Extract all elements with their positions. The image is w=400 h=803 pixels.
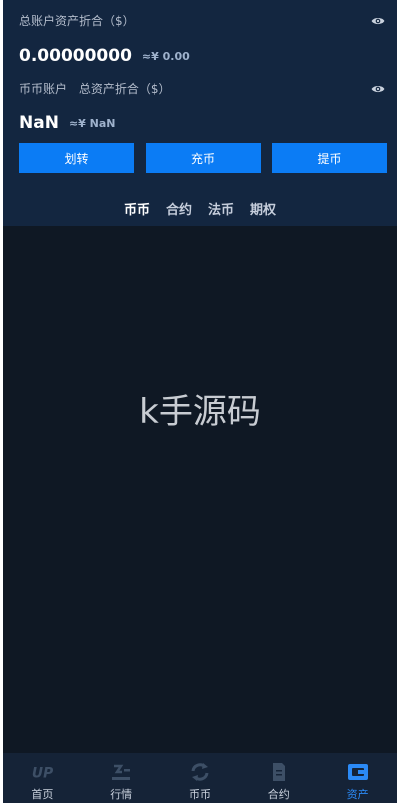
total-assets-approx: ≈¥ 0.00 <box>141 49 190 63</box>
tab-options[interactable]: 期权 <box>250 199 276 218</box>
eye-icon[interactable] <box>371 14 385 28</box>
deposit-button[interactable]: 充币 <box>145 143 261 173</box>
coin-account-row: 币币账户 总资产折合（$） <box>19 80 385 97</box>
swap-icon <box>189 762 211 782</box>
coin-account-approx: ≈¥ NaN <box>68 116 116 130</box>
coin-account-value: NaN <box>19 113 59 133</box>
up-logo-icon: UP <box>31 762 53 782</box>
wallet-icon <box>347 762 369 782</box>
watermark-text: k手源码 <box>139 392 261 432</box>
total-assets-value: 0.00000000 <box>19 46 132 66</box>
tab-fiat[interactable]: 法币 <box>208 199 234 218</box>
total-assets-label: 总账户资产折合（$） <box>19 14 135 28</box>
nav-label-coin: 币币 <box>188 788 211 801</box>
nav-label-contract: 合约 <box>267 788 290 801</box>
coin-account-sub-label: 总资产折合（$） <box>78 82 171 96</box>
nav-label-assets: 资产 <box>346 788 369 801</box>
nav-item-market[interactable]: 行情 <box>82 753 161 803</box>
bottom-nav: UP 首页 行情 币币 合约 资产 <box>3 753 397 803</box>
nav-label-market: 行情 <box>110 788 133 801</box>
action-buttons: 划转 充币 提币 <box>19 143 387 173</box>
coin-account-label: 币币账户 <box>19 82 68 96</box>
coin-account-value-row: NaN ≈¥ NaN <box>19 113 385 133</box>
svg-text:UP: UP <box>32 766 53 782</box>
coin-account-labels: 币币账户 总资产折合（$） <box>19 80 170 97</box>
nav-label-home: 首页 <box>31 788 54 801</box>
tab-coin[interactable]: 币币 <box>124 199 150 218</box>
tab-contract[interactable]: 合约 <box>166 199 192 218</box>
nav-item-contract[interactable]: 合约 <box>239 753 318 803</box>
assets-header: 总账户资产折合（$） 0.00000000 ≈¥ 0.00 币币账户 总资产折合… <box>3 0 397 226</box>
total-assets-row: 总账户资产折合（$） <box>19 12 385 29</box>
total-assets-value-row: 0.00000000 ≈¥ 0.00 <box>19 46 385 66</box>
nav-item-home[interactable]: UP 首页 <box>3 753 82 803</box>
contract-icon <box>268 762 290 782</box>
transfer-button[interactable]: 划转 <box>19 143 134 173</box>
nav-item-coin[interactable]: 币币 <box>161 753 240 803</box>
market-icon <box>110 762 132 782</box>
account-tabs: 币币 合约 法币 期权 <box>3 199 397 218</box>
nav-item-assets[interactable]: 资产 <box>318 753 397 803</box>
eye-icon[interactable] <box>371 82 385 96</box>
app-screen: 总账户资产折合（$） 0.00000000 ≈¥ 0.00 币币账户 总资产折合… <box>3 0 397 803</box>
withdraw-button[interactable]: 提币 <box>272 143 387 173</box>
